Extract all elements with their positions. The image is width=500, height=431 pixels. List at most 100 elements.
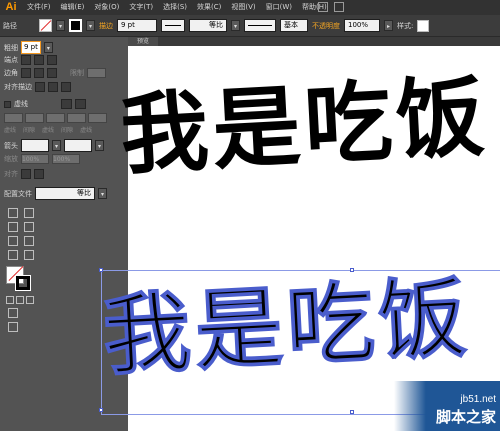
arrow-label: 箭头	[4, 141, 18, 150]
dash-label-3: 虚线	[80, 127, 93, 134]
align-arrow-label: 对齐	[4, 170, 18, 178]
align-inside-icon[interactable]	[48, 82, 58, 92]
brush-preview[interactable]	[244, 19, 276, 32]
document-tab[interactable]: 预览	[128, 37, 158, 46]
handle-top-left[interactable]	[99, 268, 103, 272]
projecting-cap-icon[interactable]	[47, 55, 57, 65]
color-mode-icon[interactable]	[6, 296, 14, 304]
menu-edit[interactable]: 编辑(E)	[56, 0, 90, 15]
align-center-icon[interactable]	[35, 82, 45, 92]
width-tool-icon[interactable]	[8, 222, 18, 232]
round-cap-icon[interactable]	[34, 55, 44, 65]
path-label: 路径	[3, 21, 17, 30]
menu-select[interactable]: 选择(S)	[158, 0, 192, 15]
profile-label: 配置文件	[4, 189, 32, 198]
arrow-start-caret-icon[interactable]: ▾	[52, 140, 61, 151]
handle-bottom-middle[interactable]	[350, 410, 354, 414]
slice-tool-icon[interactable]	[24, 236, 34, 246]
style-swatch[interactable]	[417, 19, 430, 32]
fill-dropdown-icon[interactable]: ▾	[56, 20, 65, 31]
dash-align-path-icon[interactable]	[75, 99, 86, 109]
scale-start-field[interactable]: 100%	[21, 154, 49, 164]
dash-align-corner-icon[interactable]	[61, 99, 72, 109]
watermark-site: jb51.net	[460, 394, 496, 405]
dash-field-1[interactable]	[4, 113, 23, 123]
screen-mode-icon[interactable]	[8, 322, 18, 332]
stroke-dropdown-icon[interactable]: ▾	[86, 20, 95, 31]
dash-label-1: 虚线	[4, 127, 17, 134]
butt-cap-icon[interactable]	[21, 55, 31, 65]
menu-effect[interactable]: 效果(C)	[192, 0, 226, 15]
hand-tool-icon[interactable]	[8, 250, 18, 260]
arrow-tip-icon[interactable]	[21, 169, 31, 179]
round-join-icon[interactable]	[34, 68, 44, 78]
arrange-icon[interactable]	[334, 2, 344, 12]
arrow-end-dropdown[interactable]	[64, 139, 92, 152]
menu-window[interactable]: 窗口(W)	[261, 0, 297, 15]
opacity-field[interactable]: 100%	[344, 19, 380, 32]
arrow-end-icon[interactable]	[34, 169, 44, 179]
style-label: 样式:	[397, 21, 414, 30]
menu-view[interactable]: 视图(V)	[226, 0, 260, 15]
stroke-color-icon[interactable]	[15, 275, 31, 291]
gradient-mode-icon[interactable]	[16, 296, 24, 304]
menu-type[interactable]: 文字(T)	[124, 0, 158, 15]
weight-field[interactable]: 9 pt	[21, 41, 41, 54]
arrow-start-dropdown[interactable]	[21, 139, 49, 152]
miter-join-icon[interactable]	[21, 68, 31, 78]
scale-end-field[interactable]: 100%	[52, 154, 80, 164]
menu: 文件(F) 编辑(E) 对象(O) 文字(T) 选择(S) 效果(C) 视图(V…	[22, 0, 332, 15]
dash-field-3[interactable]	[88, 113, 107, 123]
variable-width-preview[interactable]	[161, 19, 185, 32]
stroke-weight-field[interactable]: 9 pt	[117, 19, 157, 32]
scale-label: 缩放	[4, 155, 18, 163]
zoom-tool-icon[interactable]	[24, 250, 34, 260]
stroke-panel: 粗细 9 pt ▾ 端点 边角 限制 对齐描边 虚线 虚线 间隙 虚线 间隙 虚…	[0, 37, 129, 200]
selection-tool-icon[interactable]	[8, 208, 18, 218]
draw-mode-icon[interactable]	[8, 308, 18, 318]
app-logo: Ai	[5, 1, 17, 13]
profile-field-caret-icon[interactable]: ▾	[98, 188, 107, 199]
handle-bottom-left[interactable]	[99, 408, 103, 412]
menu-bar: Ai 文件(F) 编辑(E) 对象(O) 文字(T) 选择(S) 效果(C) 视…	[0, 0, 500, 15]
dash-label-2: 虚线	[42, 127, 55, 134]
dashed-label: 虚线	[14, 100, 28, 108]
direct-selection-tool-icon[interactable]	[24, 208, 34, 218]
menu-file[interactable]: 文件(F)	[22, 0, 56, 15]
artboard-tool-icon[interactable]	[8, 236, 18, 246]
stroke-swatch[interactable]	[69, 19, 82, 32]
stroke-label[interactable]: 描边	[99, 21, 113, 31]
arrow-end-caret-icon[interactable]: ▾	[95, 140, 104, 151]
bridge-icon[interactable]	[318, 2, 328, 12]
brush-dropdown[interactable]: 基本	[280, 19, 308, 32]
artwork-text-filled[interactable]: 我是吃饭	[118, 65, 491, 187]
corner-label: 边角	[4, 69, 18, 77]
gap-field-2[interactable]	[67, 113, 86, 123]
weight-label: 粗细	[4, 43, 18, 52]
opacity-label[interactable]: 不透明度	[312, 21, 340, 31]
dash-field-2[interactable]	[46, 113, 65, 123]
opacity-caret-icon[interactable]: ▸	[384, 20, 393, 31]
weight-caret-icon[interactable]: ▾	[43, 42, 53, 53]
profile-field[interactable]: 等比	[35, 187, 95, 200]
tools-panel	[0, 200, 42, 431]
limit-field[interactable]	[87, 68, 106, 78]
limit-label: 限制	[70, 69, 84, 77]
profile-dropdown[interactable]: 等比	[189, 19, 227, 32]
align-stroke-label: 对齐描边	[4, 83, 32, 91]
gap-label-1: 间隙	[23, 127, 36, 134]
bevel-join-icon[interactable]	[47, 68, 57, 78]
control-bar: 路径 ▾ ▾ 描边 9 pt 等比 ▾ 基本 不透明度 100% ▸ 样式:	[0, 15, 500, 37]
gap-field-1[interactable]	[25, 113, 44, 123]
fill-swatch[interactable]	[39, 19, 52, 32]
menu-object[interactable]: 对象(O)	[89, 0, 124, 15]
profile-caret-icon[interactable]: ▾	[231, 20, 240, 31]
artwork-text-outlined[interactable]: 我是吃饭	[100, 263, 474, 392]
document-tab-strip	[128, 37, 500, 46]
shape-builder-tool-icon[interactable]	[24, 222, 34, 232]
align-outside-icon[interactable]	[61, 82, 71, 92]
dashed-checkbox[interactable]	[4, 100, 11, 108]
watermark-name: 脚本之家	[435, 408, 496, 426]
none-mode-icon[interactable]	[26, 296, 34, 304]
gap-label-2: 间隙	[61, 127, 74, 134]
